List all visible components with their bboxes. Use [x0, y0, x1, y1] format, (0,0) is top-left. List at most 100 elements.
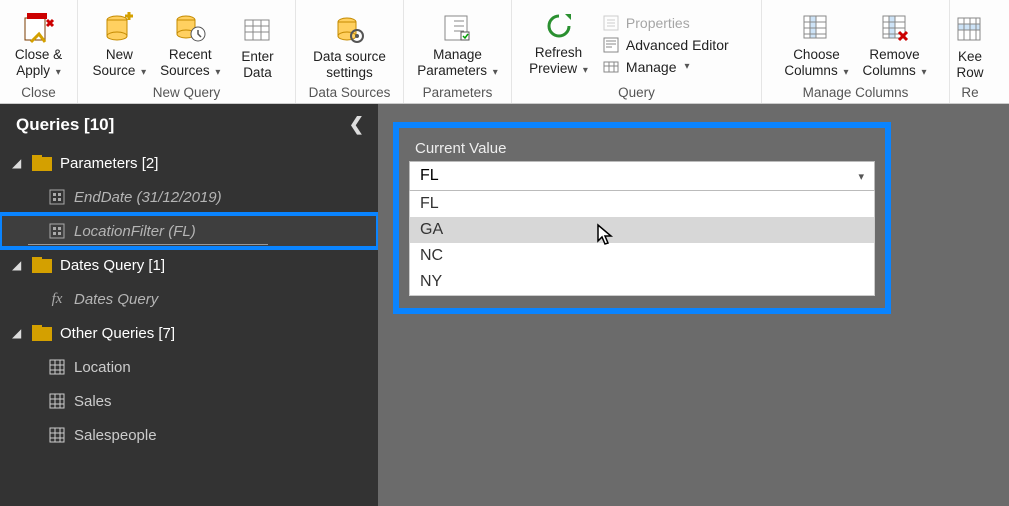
query-enddate[interactable]: EndDate (31/12/2019)	[0, 180, 378, 214]
refresh-preview-icon	[542, 9, 576, 43]
group-title-managecols: Manage Columns	[768, 83, 943, 103]
recent-sources-label: Recent Sources ▾	[160, 47, 220, 81]
data-source-settings-button[interactable]: Data source settings	[309, 11, 390, 83]
sidebar-title: Queries [10]	[16, 115, 114, 135]
chevron-down-icon: ▾	[858, 170, 864, 183]
manage-parameters-icon	[440, 11, 474, 45]
group-title-parameters: Parameters	[410, 83, 505, 103]
ribbon-group-reducerows: Kee Row Re	[950, 0, 990, 103]
refresh-preview-button[interactable]: Refresh Preview ▾	[525, 7, 592, 81]
table-icon	[48, 393, 66, 409]
folder-icon	[32, 155, 52, 171]
current-value-text: FL	[420, 167, 439, 185]
group-label: Dates Query [1]	[60, 257, 165, 274]
manage-parameters-button[interactable]: Manage Parameters ▾	[413, 9, 502, 83]
query-label: Location	[74, 359, 131, 376]
close-apply-button[interactable]: Close & Apply ▾	[11, 9, 66, 83]
queries-sidebar: Queries [10] ❮ ◢ Parameters [2] EndDate …	[0, 104, 378, 506]
option-nc[interactable]: NC	[410, 243, 874, 269]
advanced-editor-button[interactable]: Advanced Editor	[598, 35, 748, 55]
group-title-reducerows: Re	[956, 83, 984, 103]
enter-data-button[interactable]: Enter Data	[230, 11, 284, 83]
refresh-preview-label: Refresh Preview ▾	[529, 45, 588, 79]
current-value-options: FL GA NC NY	[409, 191, 875, 296]
query-label: Sales	[74, 393, 112, 410]
properties-label: Properties	[626, 15, 690, 31]
ribbon-group-managecols: Choose Columns ▾ Remove Columns ▾ Manage…	[762, 0, 950, 103]
group-title-close: Close	[6, 83, 71, 103]
enter-data-icon	[240, 13, 274, 47]
folder-icon	[32, 257, 52, 273]
query-dates[interactable]: fx Dates Query	[0, 282, 378, 316]
ribbon-group-newquery: New Source ▾ Recent Sources ▾ Enter Data…	[78, 0, 296, 103]
group-parameters[interactable]: ◢ Parameters [2]	[0, 146, 378, 180]
chevron-down-icon: ◢	[12, 258, 24, 272]
selection-underline	[28, 244, 268, 245]
folder-icon	[32, 325, 52, 341]
parameter-icon	[48, 223, 66, 239]
choose-columns-label: Choose Columns ▾	[784, 47, 848, 81]
recent-sources-button[interactable]: Recent Sources ▾	[156, 9, 224, 83]
remove-columns-button[interactable]: Remove Columns ▾	[859, 9, 931, 83]
close-apply-icon	[22, 11, 56, 45]
ribbon-group-close: Close & Apply ▾ Close	[0, 0, 78, 103]
manage-parameters-label: Manage Parameters ▾	[417, 47, 498, 81]
sidebar-header: Queries [10] ❮	[0, 104, 378, 144]
current-value-select[interactable]: FL ▾	[409, 161, 875, 191]
query-salespeople[interactable]: Salespeople	[0, 418, 378, 452]
ribbon-group-parameters: Manage Parameters ▾ Parameters	[404, 0, 512, 103]
keep-rows-button[interactable]: Kee Row	[950, 11, 990, 83]
table-icon	[48, 359, 66, 375]
chevron-down-icon: ◢	[12, 326, 24, 340]
keep-rows-label: Kee Row	[956, 49, 983, 81]
ribbon: Close & Apply ▾ Close New Source ▾ Recen…	[0, 0, 1009, 104]
group-dates-query[interactable]: ◢ Dates Query [1]	[0, 248, 378, 282]
group-title-datasources: Data Sources	[302, 83, 397, 103]
group-title-query: Query	[518, 83, 755, 103]
group-label: Parameters [2]	[60, 155, 158, 172]
query-location[interactable]: Location	[0, 350, 378, 384]
query-label: LocationFilter (FL)	[74, 223, 196, 240]
table-icon	[48, 427, 66, 443]
close-apply-label: Close & Apply ▾	[15, 47, 62, 81]
parameter-icon	[48, 189, 66, 205]
option-label: GA	[420, 221, 443, 238]
manage-button[interactable]: Manage▾	[598, 57, 748, 77]
body: Queries [10] ❮ ◢ Parameters [2] EndDate …	[0, 104, 1009, 506]
group-other-queries[interactable]: ◢ Other Queries [7]	[0, 316, 378, 350]
query-label: EndDate (31/12/2019)	[74, 189, 222, 206]
query-label: Salespeople	[74, 427, 157, 444]
choose-columns-icon	[799, 11, 833, 45]
option-ny[interactable]: NY	[410, 269, 874, 295]
new-source-button[interactable]: New Source ▾	[89, 9, 151, 83]
data-source-settings-icon	[332, 13, 366, 47]
fx-icon: fx	[48, 291, 66, 307]
parameter-panel-highlight: Current Value FL ▾ FL GA NC NY	[393, 122, 891, 314]
query-label: Dates Query	[74, 291, 158, 308]
chevron-down-icon: ◢	[12, 156, 24, 170]
data-source-settings-label: Data source settings	[313, 49, 386, 81]
manage-icon	[602, 58, 620, 76]
new-source-label: New Source ▾	[93, 47, 147, 81]
group-label: Other Queries [7]	[60, 325, 175, 342]
option-fl[interactable]: FL	[410, 191, 874, 217]
choose-columns-button[interactable]: Choose Columns ▾	[780, 9, 852, 83]
query-sales[interactable]: Sales	[0, 384, 378, 418]
main-panel: Current Value FL ▾ FL GA NC NY	[378, 104, 1009, 506]
advanced-editor-label: Advanced Editor	[626, 37, 729, 53]
ribbon-group-query: Refresh Preview ▾ Properties Advanced Ed…	[512, 0, 762, 103]
recent-sources-icon	[173, 11, 207, 45]
advanced-editor-icon	[602, 36, 620, 54]
ribbon-group-datasources: Data source settings Data Sources	[296, 0, 404, 103]
enter-data-label: Enter Data	[241, 49, 273, 81]
current-value-label: Current Value	[415, 140, 875, 157]
queries-tree: ◢ Parameters [2] EndDate (31/12/2019) Lo…	[0, 144, 378, 506]
remove-columns-label: Remove Columns ▾	[863, 47, 927, 81]
remove-columns-icon	[878, 11, 912, 45]
properties-icon	[602, 14, 620, 32]
query-locationfilter[interactable]: LocationFilter (FL)	[0, 214, 378, 248]
group-title-newquery: New Query	[84, 83, 289, 103]
properties-button[interactable]: Properties	[598, 13, 748, 33]
option-ga[interactable]: GA	[410, 217, 874, 243]
collapse-sidebar-button[interactable]: ❮	[349, 114, 364, 135]
